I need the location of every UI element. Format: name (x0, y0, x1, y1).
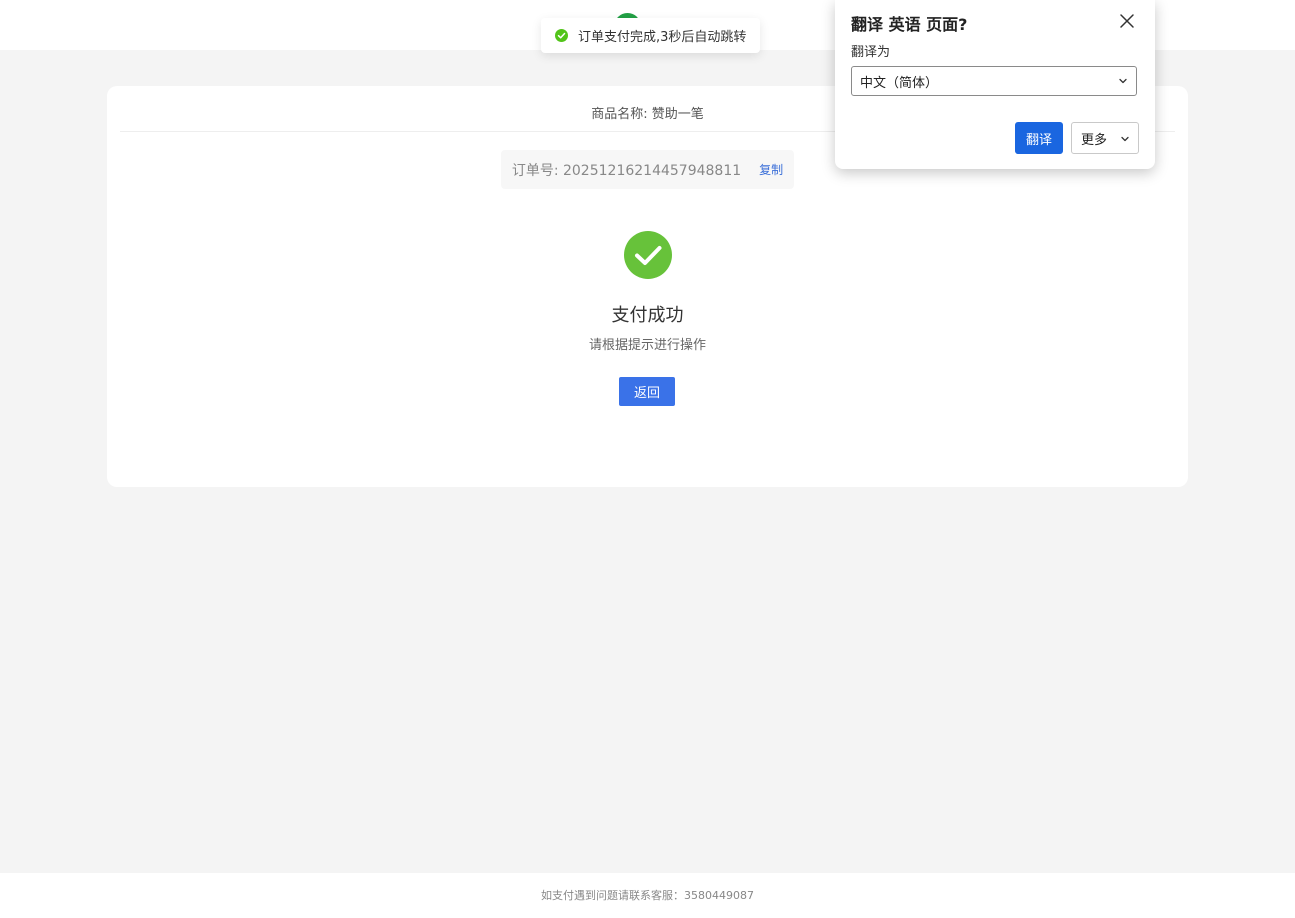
toast-notification: 订单支付完成,3秒后自动跳转 (541, 18, 761, 53)
success-title: 支付成功 (611, 305, 684, 326)
order-number: 订单号: 20251216214457948811 (511, 162, 742, 179)
target-language-label: 翻译为 (851, 45, 891, 60)
more-button-label: 更多 (1081, 132, 1108, 148)
back-button[interactable]: 返回 (619, 377, 675, 406)
order-number-box: 订单号: 20251216214457948811 复制 (501, 150, 794, 189)
selected-language: 中文（简体） (860, 75, 939, 91)
check-circle-icon (624, 231, 672, 279)
check-circle-icon (555, 29, 568, 42)
chevron-down-icon (1119, 78, 1127, 84)
chevron-down-icon (1121, 136, 1129, 142)
close-icon[interactable] (1118, 12, 1136, 30)
language-select[interactable]: 中文（简体） (851, 66, 1137, 96)
toast-message: 订单支付完成,3秒后自动跳转 (578, 30, 747, 45)
footer-contact-text: 如支付遇到问题请联系客服：3580449087 (541, 889, 754, 902)
translate-button[interactable]: 翻译 (1015, 122, 1063, 154)
footer: 如支付遇到问题请联系客服：3580449087 (0, 873, 1295, 918)
copy-button[interactable]: 复制 (759, 161, 783, 178)
more-button[interactable]: 更多 (1071, 122, 1139, 154)
popup-title: 翻译 英语 页面? (851, 15, 968, 34)
translate-popup: 翻译 英语 页面? 翻译为 中文（简体） 翻译 更多 (835, 0, 1155, 169)
success-subtitle: 请根据提示进行操作 (588, 338, 706, 353)
